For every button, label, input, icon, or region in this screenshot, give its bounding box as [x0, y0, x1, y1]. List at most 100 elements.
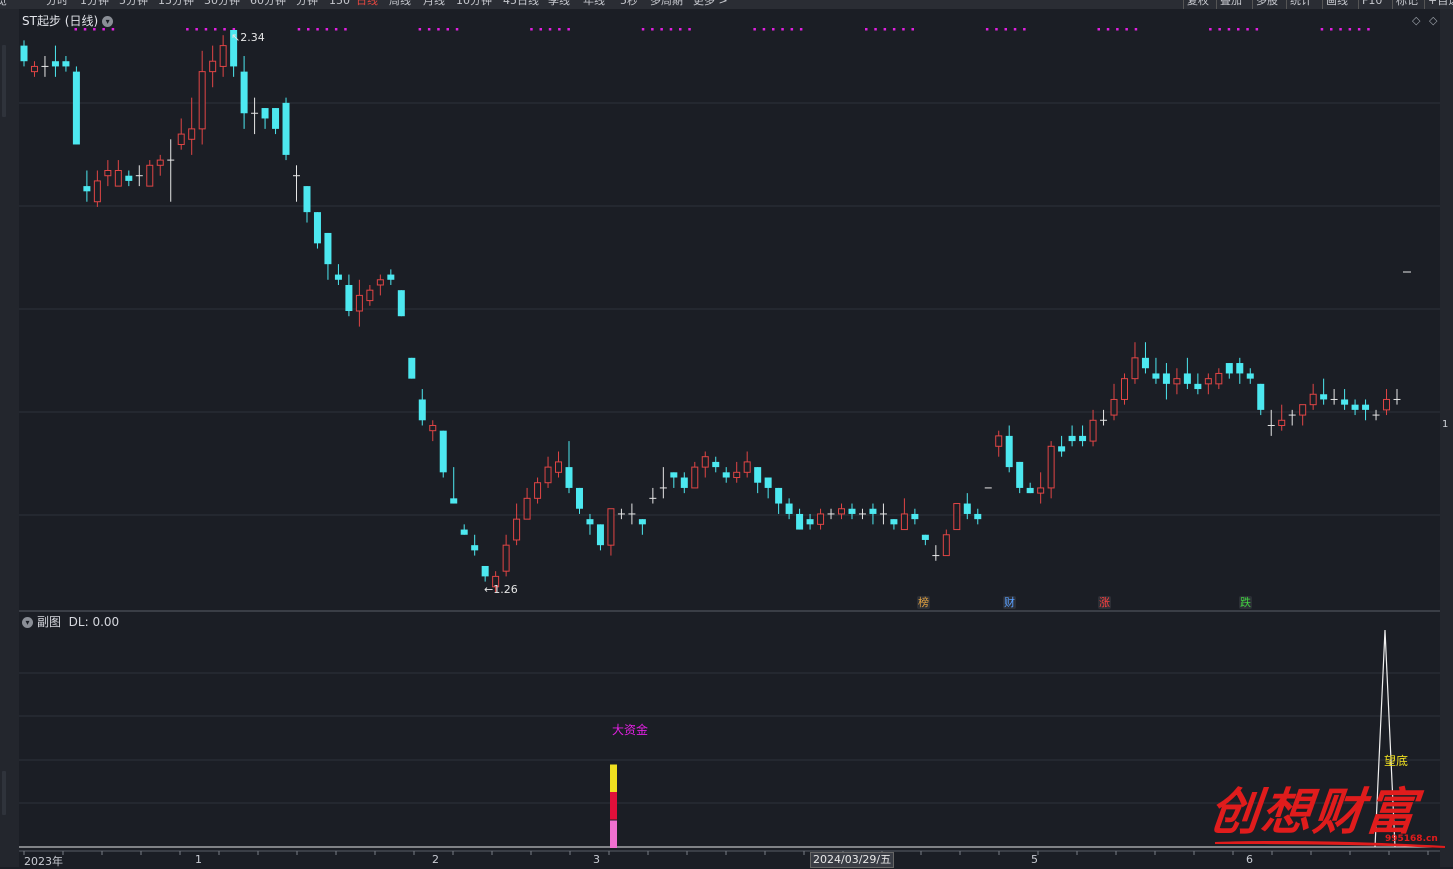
signal-dot	[679, 28, 682, 31]
candle	[733, 461, 741, 483]
main-chart-title: ST起步 (日线) ▾	[22, 12, 114, 29]
signal-dot	[418, 28, 422, 31]
candle	[921, 534, 929, 546]
marker-cai[interactable]: 财	[1003, 596, 1016, 609]
signal-dot	[1218, 28, 1221, 31]
candle	[1152, 357, 1160, 384]
indicator-value: DL: 0.00	[68, 615, 120, 629]
signal-dot	[1134, 28, 1138, 31]
candle	[1351, 399, 1359, 416]
candle	[324, 232, 332, 280]
candle	[135, 165, 143, 187]
candle	[523, 487, 531, 520]
axis-label: 2	[432, 853, 439, 866]
marker-bang[interactable]: 榜	[917, 596, 930, 609]
signal-dot	[772, 28, 775, 31]
candle	[1299, 404, 1307, 426]
signal-dot	[985, 28, 989, 31]
marker-die[interactable]: 跌	[1239, 596, 1252, 609]
candle	[62, 56, 70, 72]
candle	[1372, 409, 1380, 421]
candle	[72, 66, 80, 145]
candle	[1225, 363, 1233, 379]
candle	[93, 170, 101, 207]
candle	[565, 441, 573, 494]
diamond-icon[interactable]: ◇	[1429, 14, 1437, 27]
candle	[743, 451, 751, 478]
candle	[167, 139, 175, 202]
candle	[659, 467, 667, 499]
candle	[1079, 425, 1087, 447]
candle	[1267, 409, 1275, 436]
candle	[712, 456, 720, 473]
signal-dot	[1013, 28, 1017, 31]
candle	[806, 513, 814, 530]
signal-dot	[1125, 28, 1128, 31]
stock-title: ST起步 (日线)	[22, 14, 99, 28]
candle	[1257, 383, 1265, 416]
candle	[670, 472, 678, 488]
candle	[282, 97, 290, 161]
candle	[722, 467, 730, 483]
signal-dot	[911, 28, 914, 31]
candle	[146, 160, 154, 187]
right-edge-label: 1	[1442, 419, 1449, 430]
candle	[1005, 425, 1013, 473]
candle	[953, 503, 961, 531]
candle	[1131, 342, 1139, 384]
candle	[334, 264, 342, 285]
candle	[607, 508, 615, 556]
candle	[775, 487, 783, 514]
candle	[261, 108, 269, 129]
signal-dot	[660, 28, 663, 31]
signal-dot	[1227, 28, 1231, 31]
marker-zhang[interactable]: 涨	[1098, 596, 1111, 609]
signal-dot	[1357, 28, 1361, 31]
candle	[900, 498, 908, 531]
signal-dot	[1339, 28, 1342, 31]
signal-dot	[1237, 28, 1240, 31]
signal-dot	[781, 28, 784, 31]
candle	[691, 461, 699, 489]
signal-dot	[427, 28, 431, 31]
candle	[219, 35, 227, 77]
candlestick-chart[interactable]: ↖2.34 ←1.26	[0, 0, 1440, 612]
signal-dot	[186, 28, 189, 31]
candle	[680, 472, 688, 494]
signal-dot	[1320, 28, 1324, 31]
chevron-down-icon[interactable]: ▾	[22, 617, 33, 628]
signal-dot	[1097, 28, 1100, 31]
candle	[796, 508, 804, 530]
candle	[450, 467, 458, 504]
signal-dot	[753, 28, 756, 31]
candle	[638, 519, 646, 535]
candle	[1320, 378, 1328, 405]
candle	[104, 160, 112, 187]
candle	[125, 170, 133, 187]
candle	[460, 524, 468, 535]
low-price-label: ←1.26	[484, 583, 518, 596]
candle	[1341, 389, 1349, 410]
signal-dot	[1116, 28, 1119, 31]
signal-dot	[799, 28, 803, 31]
signal-dot	[883, 28, 887, 31]
candle	[555, 451, 563, 478]
signal-dot	[874, 28, 877, 31]
signal-dot	[334, 28, 338, 31]
axis-label: 3	[593, 853, 600, 866]
candle	[869, 503, 877, 525]
signal-dot	[1348, 28, 1352, 31]
candle	[1110, 383, 1118, 421]
signal-dot	[1023, 28, 1026, 31]
chevron-down-icon[interactable]: ▾	[102, 16, 114, 27]
sub-chart-title: ▾ 副图 DL: 0.00	[22, 613, 119, 630]
signal-dot	[995, 28, 998, 31]
candle	[41, 56, 49, 77]
signal-bar-middle	[610, 792, 617, 820]
candle	[397, 290, 405, 317]
candle	[1278, 404, 1286, 431]
signal-dot	[567, 28, 570, 31]
signal-bar-bottom	[610, 820, 617, 848]
diamond-icon[interactable]: ◇	[1412, 14, 1420, 27]
signal-dot	[1209, 28, 1212, 31]
